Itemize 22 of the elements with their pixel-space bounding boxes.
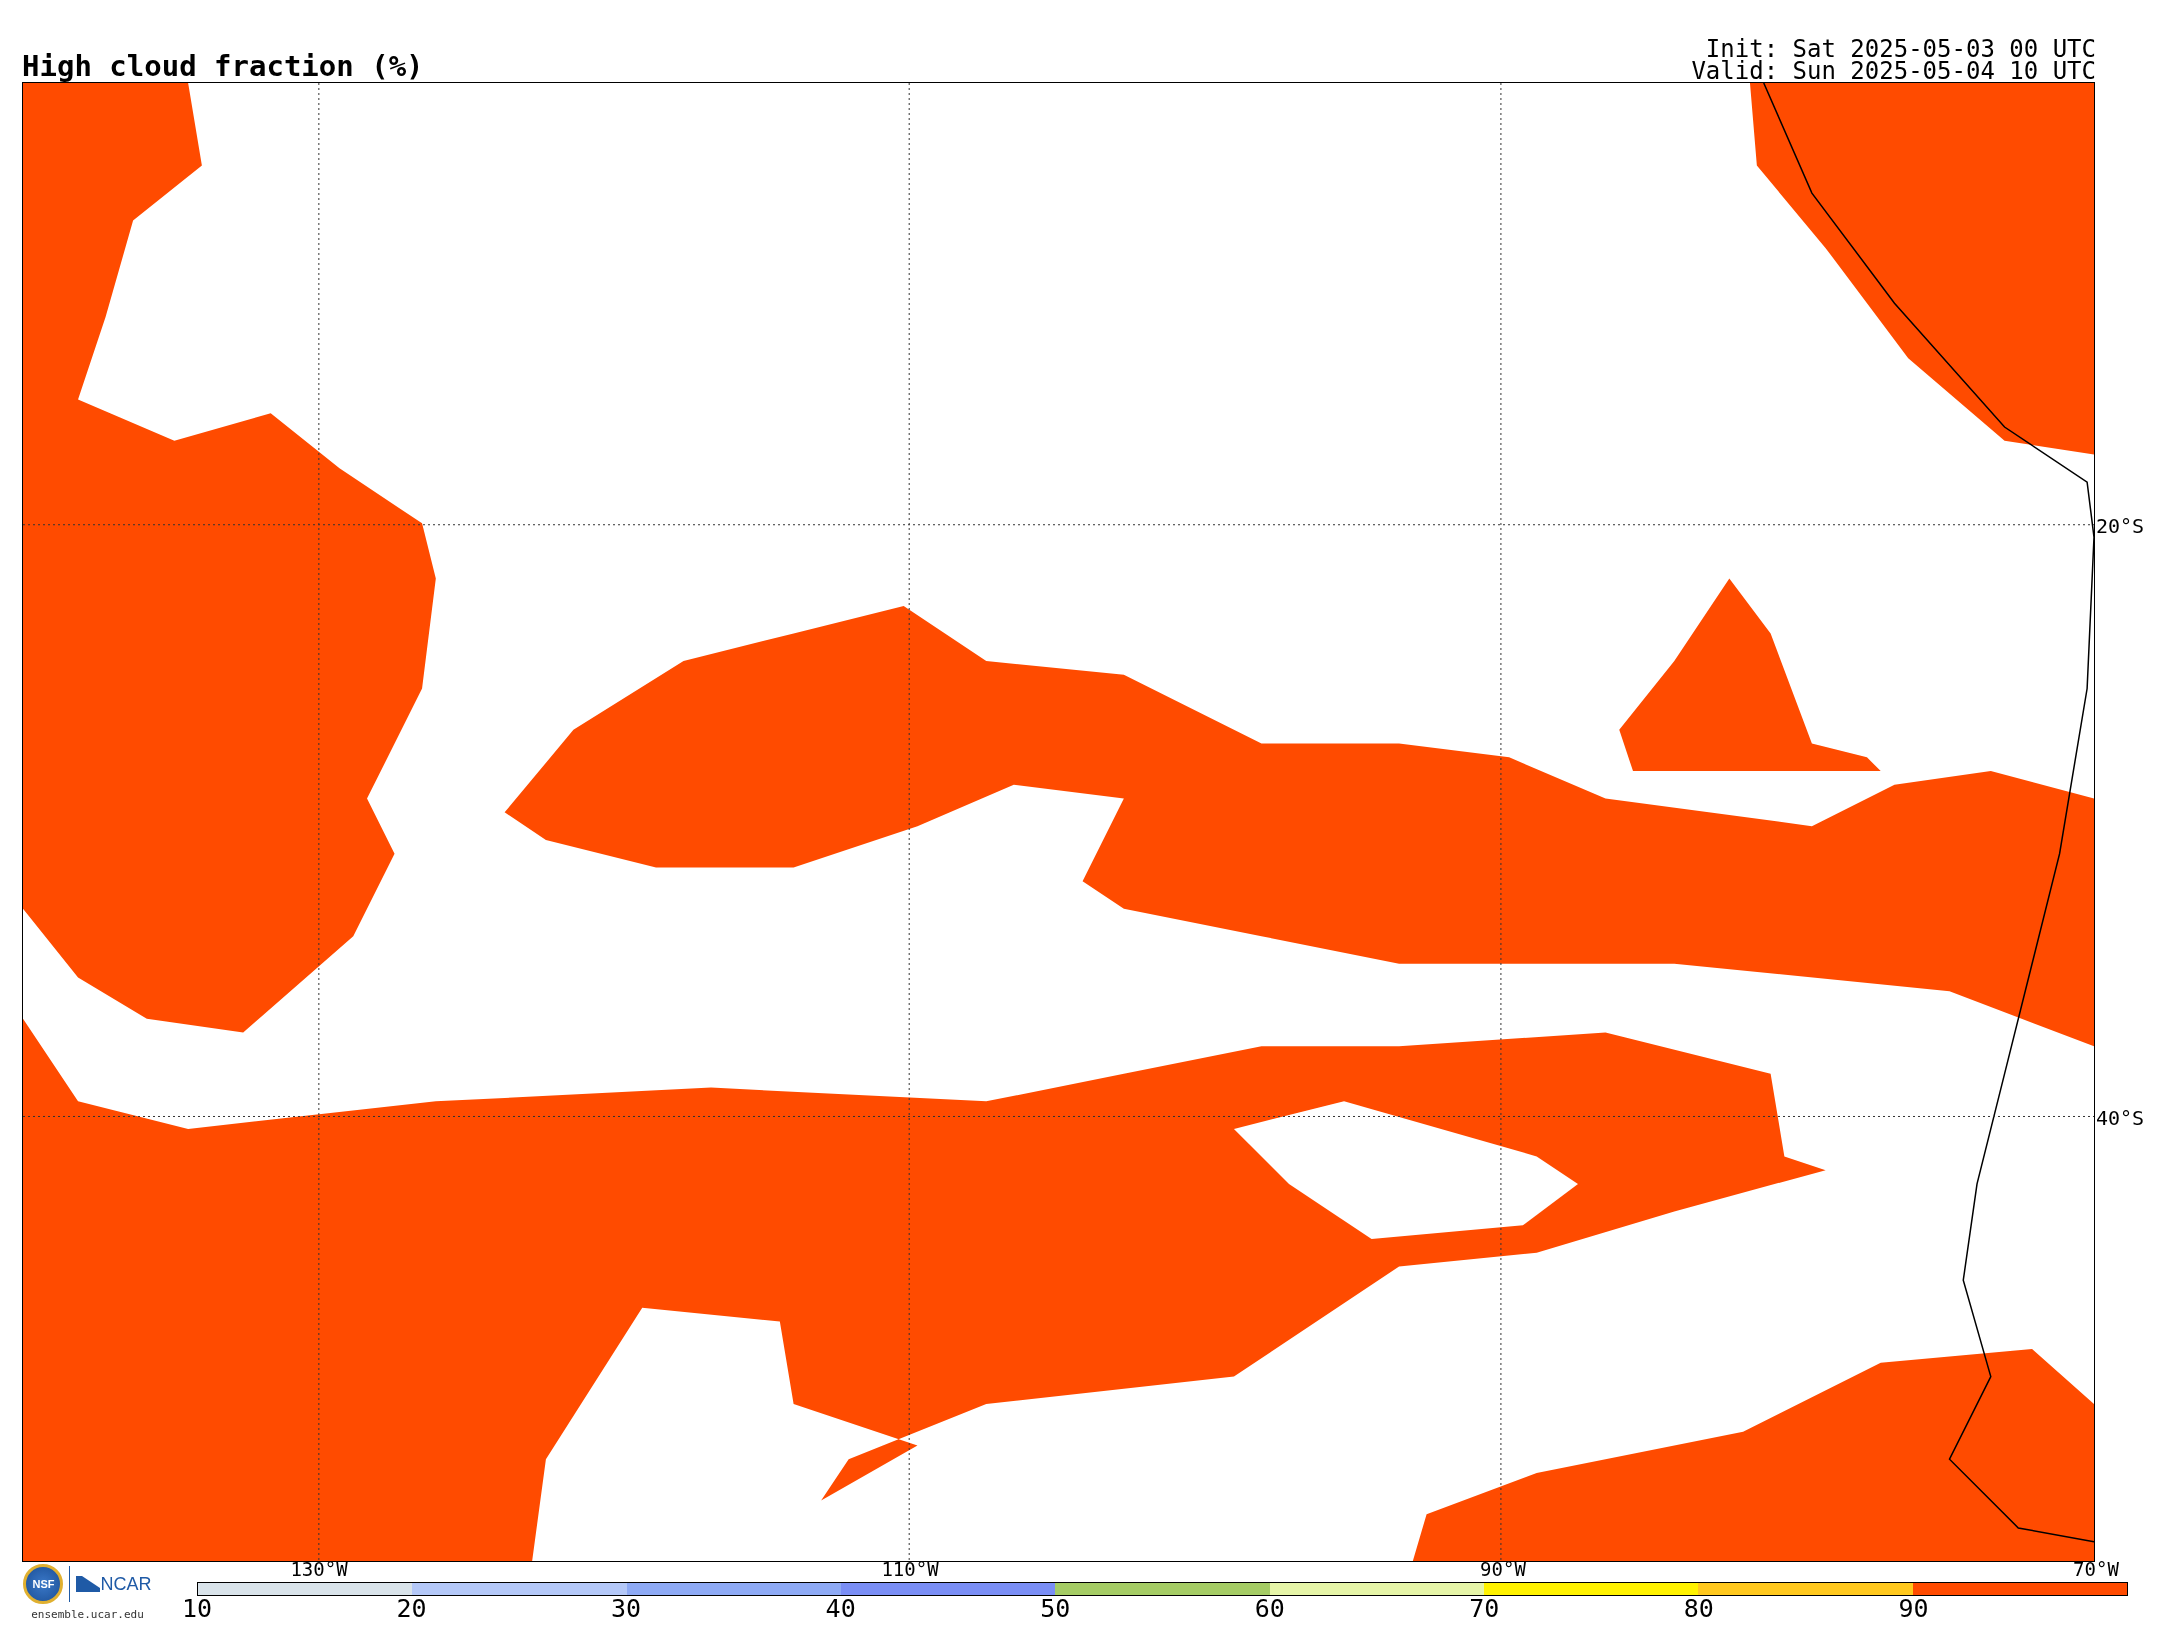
colorbar-label: 30 — [611, 1597, 642, 1621]
ncar-logo-text: NCAR — [100, 1573, 152, 1595]
nsf-logo: NSF — [23, 1564, 64, 1604]
latitude-label: 20°S — [2095, 514, 2145, 538]
website-text: ensemble.ucar.edu — [31, 1608, 144, 1621]
longitude-label: 90°W — [1480, 1561, 1526, 1578]
colorbar-label: 80 — [1683, 1597, 1714, 1621]
chart-title: High cloud fraction (%) — [22, 50, 424, 82]
flag-icon — [76, 1576, 101, 1592]
colorbar-label: 10 — [181, 1597, 213, 1621]
colorbar-label: 50 — [1040, 1597, 1071, 1621]
colorbar-label: 40 — [825, 1597, 856, 1621]
longitude-label: 110°W — [881, 1561, 939, 1578]
colorbar-label: 70 — [1469, 1597, 1500, 1621]
latitude-label: 40°S — [2095, 1106, 2145, 1130]
colorbar-label: 90 — [1898, 1597, 1929, 1621]
colorbar-label: 60 — [1254, 1597, 1285, 1621]
valid-time: Valid: Sun 2025-05-04 10 UTC — [1691, 60, 2096, 82]
init-time: Init: Sat 2025-05-03 00 UTC — [1705, 38, 2096, 60]
longitude-label: 70°W — [2073, 1561, 2119, 1578]
longitude-label: 130°W — [290, 1561, 348, 1578]
colorbar-label: 20 — [396, 1597, 427, 1621]
